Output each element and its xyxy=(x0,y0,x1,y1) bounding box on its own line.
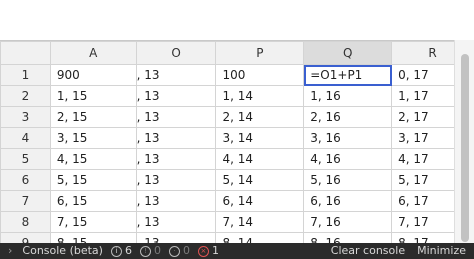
row-header[interactable]: 5 xyxy=(0,148,51,170)
cell-a1[interactable]: 900 xyxy=(49,64,137,86)
column-header-row: A O P Q R xyxy=(0,41,474,65)
cell-o6[interactable]: , 13 xyxy=(135,169,217,191)
cell-o5[interactable]: , 13 xyxy=(135,148,217,170)
cell-q3[interactable]: 2, 16 xyxy=(303,106,393,128)
table-row: 5 4, 15 , 13 4, 14 4, 16 4, 17 xyxy=(0,148,474,170)
scrollbar-thumb[interactable] xyxy=(461,54,469,242)
vertical-scrollbar[interactable] xyxy=(454,40,474,243)
cell-p1[interactable]: 100 xyxy=(215,64,305,86)
cell-q5[interactable]: 4, 16 xyxy=(303,148,393,170)
info-counter[interactable]: i 6 xyxy=(110,243,132,259)
info-icon: i xyxy=(110,245,122,257)
cell-o1[interactable]: , 13 xyxy=(135,64,217,86)
log-icon: · xyxy=(168,245,180,257)
cell-p7[interactable]: 6, 14 xyxy=(215,190,305,212)
log-counter[interactable]: · 0 xyxy=(168,243,190,259)
row-header[interactable]: 2 xyxy=(0,85,51,107)
cell-q7[interactable]: 6, 16 xyxy=(303,190,393,212)
column-header-a[interactable]: A xyxy=(49,41,137,65)
warning-counter[interactable]: ! 0 xyxy=(139,243,161,259)
table-row: 6 5, 15 , 13 5, 14 5, 16 5, 17 xyxy=(0,169,474,191)
select-all-corner[interactable] xyxy=(0,41,51,65)
column-header-p[interactable]: P xyxy=(215,41,305,65)
cell-p4[interactable]: 3, 14 xyxy=(215,127,305,149)
row-header[interactable]: 4 xyxy=(0,127,51,149)
table-row: 7 6, 15 , 13 6, 14 6, 16 6, 17 xyxy=(0,190,474,212)
cell-p3[interactable]: 2, 14 xyxy=(215,106,305,128)
table-row: 1 900 , 13 100 =O1+P1 0, 17 xyxy=(0,64,474,86)
console-title[interactable]: Console (beta) xyxy=(22,243,103,259)
cell-q4[interactable]: 3, 16 xyxy=(303,127,393,149)
info-count: 6 xyxy=(124,244,132,257)
error-icon: × xyxy=(197,245,209,257)
column-header-o[interactable]: O xyxy=(135,41,217,65)
cell-q6[interactable]: 5, 16 xyxy=(303,169,393,191)
cell-q1[interactable]: =O1+P1 xyxy=(303,64,393,86)
cell-a7[interactable]: 6, 15 xyxy=(49,190,137,212)
cell-p2[interactable]: 1, 14 xyxy=(215,85,305,107)
cell-p8[interactable]: 7, 14 xyxy=(215,211,305,233)
log-count: 0 xyxy=(182,244,190,257)
cell-o7[interactable]: , 13 xyxy=(135,190,217,212)
table-row: 2 1, 15 , 13 1, 14 1, 16 1, 17 xyxy=(0,85,474,107)
cell-a4[interactable]: 3, 15 xyxy=(49,127,137,149)
cell-a8[interactable]: 7, 15 xyxy=(49,211,137,233)
cell-p5[interactable]: 4, 14 xyxy=(215,148,305,170)
row-header[interactable]: 3 xyxy=(0,106,51,128)
column-header-q[interactable]: Q xyxy=(303,41,393,65)
cell-a5[interactable]: 4, 15 xyxy=(49,148,137,170)
table-row: 8 7, 15 , 13 7, 14 7, 16 7, 17 xyxy=(0,211,474,233)
minimize-button[interactable]: Minimize xyxy=(417,243,466,259)
chevron-right-icon[interactable]: › xyxy=(8,243,12,259)
cell-o2[interactable]: , 13 xyxy=(135,85,217,107)
row-header[interactable]: 7 xyxy=(0,190,51,212)
top-area xyxy=(0,0,474,40)
row-header[interactable]: 8 xyxy=(0,211,51,233)
cell-q8[interactable]: 7, 16 xyxy=(303,211,393,233)
cell-o4[interactable]: , 13 xyxy=(135,127,217,149)
error-count: 1 xyxy=(211,244,219,257)
cell-o8[interactable]: , 13 xyxy=(135,211,217,233)
cell-a2[interactable]: 1, 15 xyxy=(49,85,137,107)
spreadsheet-table: A O P Q R 1 900 , 13 100 =O1+P1 0, 17 2 … xyxy=(0,41,474,244)
table-row: 4 3, 15 , 13 3, 14 3, 16 3, 17 xyxy=(0,127,474,149)
table-row: 3 2, 15 , 13 2, 14 2, 16 2, 17 xyxy=(0,106,474,128)
cell-a6[interactable]: 5, 15 xyxy=(49,169,137,191)
error-counter[interactable]: × 1 xyxy=(197,243,219,259)
cell-o3[interactable]: , 13 xyxy=(135,106,217,128)
console-actions: Clear console Minimize xyxy=(331,243,466,259)
cell-q2[interactable]: 1, 16 xyxy=(303,85,393,107)
warning-icon: ! xyxy=(139,245,151,257)
row-header[interactable]: 1 xyxy=(0,64,51,86)
console-bar: › Console (beta) i 6 ! 0 · 0 × 1 Clear c… xyxy=(0,243,474,259)
cell-a3[interactable]: 2, 15 xyxy=(49,106,137,128)
cell-p6[interactable]: 5, 14 xyxy=(215,169,305,191)
spreadsheet-grid: A O P Q R 1 900 , 13 100 =O1+P1 0, 17 2 … xyxy=(0,40,474,244)
clear-console-button[interactable]: Clear console xyxy=(331,243,405,259)
warning-count: 0 xyxy=(153,244,161,257)
row-header[interactable]: 6 xyxy=(0,169,51,191)
